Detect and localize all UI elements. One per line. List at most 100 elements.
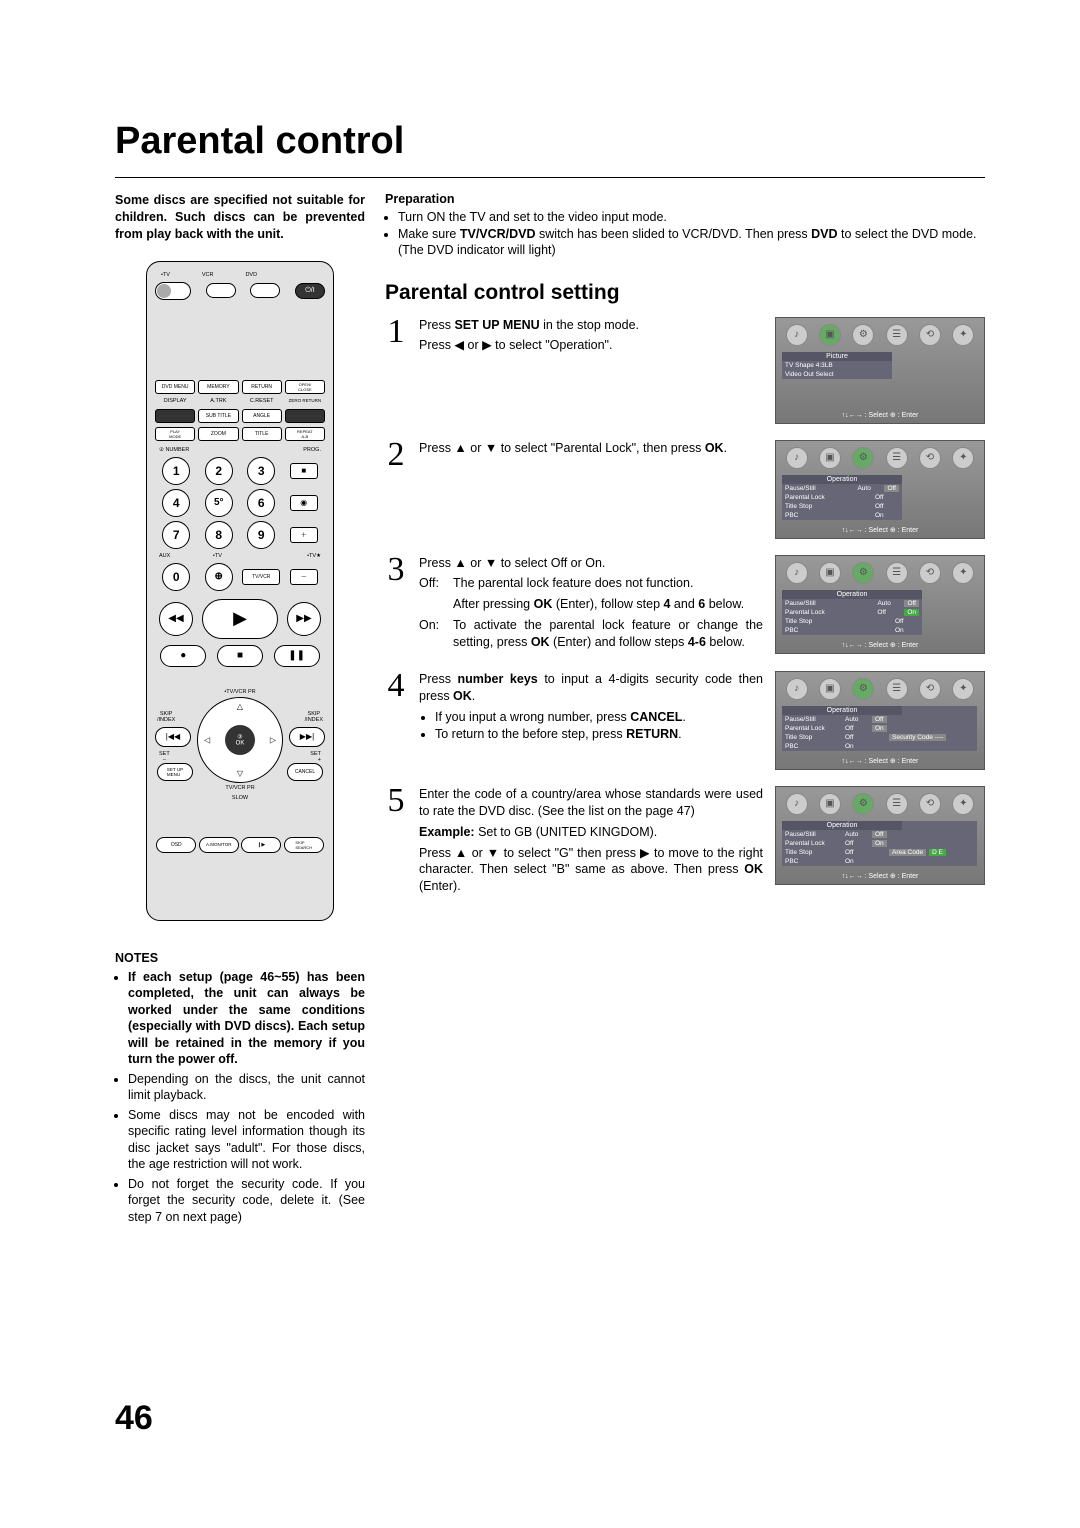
- prog-stop-button[interactable]: ■: [290, 463, 318, 479]
- skip-right-label: SKIP /INDEX: [305, 711, 323, 723]
- screen-icon: ▣: [819, 324, 841, 346]
- fwd-step-button[interactable]: ❙▶: [241, 837, 281, 853]
- remote-vcr-label: VCR: [202, 272, 214, 278]
- screen-icon: ⚙: [852, 324, 874, 346]
- power-button[interactable]: ⏻/I: [295, 283, 325, 299]
- arc-top-label: •TV/VCR PR: [224, 689, 255, 695]
- step-3-body: Press ▲ or ▼ to select Off or On. Off: T…: [419, 555, 763, 655]
- dvd-menu-button[interactable]: DVD MENU: [155, 380, 195, 394]
- display-label: DISPLAY: [155, 398, 195, 404]
- remote-tv-label: •TV: [161, 272, 170, 278]
- angle-button[interactable]: ANGLE: [242, 409, 282, 423]
- step-2-number: 2: [385, 440, 407, 471]
- fast-forward-button[interactable]: ▶▶: [287, 602, 321, 636]
- num-2[interactable]: 2: [205, 457, 233, 485]
- step-2-body: Press ▲ or ▼ to select "Parental Lock", …: [419, 440, 763, 461]
- num-8[interactable]: 8: [205, 521, 233, 549]
- cancel-button[interactable]: CANCEL: [287, 763, 323, 781]
- record-button[interactable]: ●: [160, 645, 206, 667]
- screen-step-5: ♪▣⚙☰⟲✦ Operation Pause/StillAutoOff Pare…: [775, 786, 985, 885]
- ok-button[interactable]: ③ OK: [236, 733, 245, 746]
- num-4[interactable]: 4: [162, 489, 190, 517]
- dpad[interactable]: △ ▽ ◁ ▷ ③ OK: [197, 697, 283, 783]
- step-4-body: Press number keys to input a 4-digits se…: [419, 671, 763, 743]
- zero-return-button[interactable]: [285, 409, 325, 423]
- notes-section: NOTES If each setup (page 46~55) has bee…: [115, 951, 365, 1226]
- intro-text: Some discs are specified not suitable fo…: [115, 192, 365, 243]
- screen-step-2: ♪▣⚙☰⟲✦ Operation Pause/StillAutoOff Pare…: [775, 440, 985, 539]
- power-icon: ⏻/I: [305, 287, 314, 295]
- minus-button[interactable]: －: [290, 569, 318, 585]
- set-plus-label: SET +: [310, 751, 321, 763]
- return-button[interactable]: RETURN: [242, 380, 282, 394]
- skip-prev-button[interactable]: |◀◀: [155, 727, 191, 747]
- page-title: Parental control: [115, 120, 985, 163]
- subtitle-button[interactable]: SUB TITLE: [198, 409, 238, 423]
- section-heading: Parental control setting: [385, 281, 985, 305]
- screen-step-3: ♪▣⚙☰⟲✦ Operation Pause/StillAutoOff Pare…: [775, 555, 985, 654]
- repeat-ab-button[interactable]: REPEAT A-B: [285, 427, 325, 441]
- creset-label: C.RESET: [242, 398, 282, 404]
- preparation-heading: Preparation: [385, 192, 985, 206]
- screen-icon: ✦: [952, 324, 974, 346]
- notes-item-4: Do not forget the security code. If you …: [128, 1176, 365, 1226]
- setup-menu-button[interactable]: SET UP MENU: [157, 763, 193, 781]
- display-button[interactable]: [155, 409, 195, 423]
- skip-search-button[interactable]: SKIP SEARCH: [284, 837, 324, 853]
- notes-item-1: If each setup (page 46~55) has been comp…: [128, 969, 365, 1068]
- atrk-label: A.TRK: [198, 398, 238, 404]
- screen-icon: ⟲: [919, 324, 941, 346]
- tvvcr-button[interactable]: TV/VCR: [242, 569, 280, 585]
- num-9[interactable]: 9: [247, 521, 275, 549]
- amonitor-button[interactable]: A.MONITOR: [199, 837, 239, 853]
- notes-item-2: Depending on the discs, the unit cannot …: [128, 1071, 365, 1104]
- remote-control-diagram: •TV VCR DVD ⏻/I DVD MENU MEMORY RETURN O…: [146, 261, 334, 921]
- title-rule: [115, 177, 985, 178]
- num-6[interactable]: 6: [247, 489, 275, 517]
- number-label: ② NUMBER: [159, 447, 189, 453]
- tv-dot-label: •TV: [213, 553, 222, 559]
- prep-item-1: Turn ON the TV and set to the video inpu…: [398, 209, 985, 226]
- input-button[interactable]: ⊕: [205, 563, 233, 591]
- remote-vcr-button[interactable]: [206, 283, 236, 298]
- zoom-button[interactable]: ZOOM: [198, 427, 238, 441]
- notes-item-3: Some discs may not be encoded with speci…: [128, 1107, 365, 1173]
- plus-button[interactable]: ＋: [290, 527, 318, 543]
- screen-icon: ☰: [886, 324, 908, 346]
- prep-item-2: Make sure TV/VCR/DVD switch has been sli…: [398, 226, 985, 259]
- zero-return-label: ZERO RETURN: [285, 398, 325, 403]
- tv-star-label: •TV★: [307, 553, 321, 559]
- memory-button[interactable]: MEMORY: [198, 380, 238, 394]
- num-5[interactable]: 5°: [205, 489, 233, 517]
- rewind-button[interactable]: ◀◀: [159, 602, 193, 636]
- aux-label: AUX: [159, 553, 170, 559]
- num-1[interactable]: 1: [162, 457, 190, 485]
- remote-dvd-button[interactable]: [250, 283, 280, 298]
- pause-button[interactable]: ❚❚: [274, 645, 320, 667]
- skip-left-label: SKIP /INDEX: [157, 711, 175, 723]
- num-7[interactable]: 7: [162, 521, 190, 549]
- slow-label: SLOW: [232, 795, 248, 801]
- step-3-number: 3: [385, 555, 407, 586]
- set-minus-label: SET –: [159, 751, 170, 763]
- step-5-body: Enter the code of a country/area whose s…: [419, 786, 763, 899]
- osd-button[interactable]: OSD: [156, 837, 196, 853]
- title-button[interactable]: TITLE: [242, 427, 282, 441]
- open-close-button[interactable]: OPEN/ CLOSE: [285, 380, 325, 394]
- play-mode-button[interactable]: PLAY MODE: [155, 427, 195, 441]
- prog-label: PROG.: [303, 447, 321, 453]
- stop-button[interactable]: ■: [217, 645, 263, 667]
- screen-step-1: ♪ ▣ ⚙ ☰ ⟲ ✦ Picture TV Shape 4:3LB Video…: [775, 317, 985, 424]
- remote-mode-switch[interactable]: [155, 282, 191, 300]
- num-3[interactable]: 3: [247, 457, 275, 485]
- prog-rec-button[interactable]: ◉: [290, 495, 318, 511]
- num-0[interactable]: 0: [162, 563, 190, 591]
- step-5-number: 5: [385, 786, 407, 817]
- step-4-number: 4: [385, 671, 407, 702]
- screen-step-4: ♪▣⚙☰⟲✦ Operation Pause/StillAutoOff Pare…: [775, 671, 985, 770]
- skip-next-button[interactable]: ▶▶|: [289, 727, 325, 747]
- step-1-number: 1: [385, 317, 407, 348]
- play-button[interactable]: ▶: [202, 599, 278, 639]
- notes-heading: NOTES: [115, 951, 365, 965]
- page-number: 46: [115, 1399, 153, 1438]
